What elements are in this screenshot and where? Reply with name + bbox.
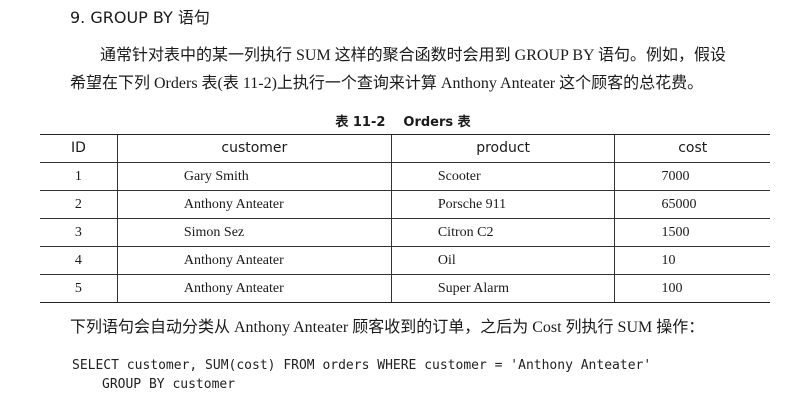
cell-id: 4 [40, 246, 118, 275]
cell-cost: 65000 [614, 190, 770, 219]
cell-id: 1 [40, 162, 118, 191]
header-id: ID [40, 134, 118, 163]
cell-product: Oil [390, 246, 615, 275]
cell-customer: Anthony Anteater [116, 190, 392, 219]
header-customer: customer [116, 134, 392, 163]
cell-customer: Simon Sez [116, 218, 392, 247]
intro-paragraph: 通常针对表中的某一列执行 SUM 这样的聚合函数时会用到 GROUP BY 语句… [70, 42, 760, 98]
cell-id: 3 [40, 218, 118, 247]
header-product: product [390, 134, 615, 163]
table-row: 2 Anthony Anteater Porsche 911 65000 [40, 190, 770, 219]
document-page: 9. GROUP BY 语句 通常针对表中的某一列执行 SUM 这样的聚合函数时… [0, 0, 806, 402]
table-caption-number: 表 11-2 [335, 115, 386, 130]
orders-table: ID customer product cost 1 Gary Smith Sc… [40, 134, 770, 303]
cell-product: Citron C2 [390, 218, 615, 247]
cell-cost: 7000 [614, 162, 770, 191]
cell-cost: 10 [614, 246, 770, 275]
table-caption-title: Orders 表 [403, 115, 471, 130]
table-header-row: ID customer product cost [40, 134, 770, 163]
cell-cost: 1500 [614, 218, 770, 247]
explanation-paragraph: 下列语句会自动分类从 Anthony Anteater 顾客收到的订单，之后为 … [70, 319, 705, 336]
table-row: 3 Simon Sez Citron C2 1500 [40, 218, 770, 247]
table-row: 4 Anthony Anteater Oil 10 [40, 246, 770, 275]
intro-line-1: 通常针对表中的某一列执行 SUM 这样的聚合函数时会用到 GROUP BY 语句… [100, 47, 726, 64]
cell-cost: 100 [614, 274, 770, 303]
sql-line-2: GROUP BY customer [102, 377, 236, 392]
cell-customer: Gary Smith [116, 162, 392, 191]
cell-customer: Anthony Anteater [116, 246, 392, 275]
cell-product: Porsche 911 [390, 190, 615, 219]
table-row: 5 Anthony Anteater Super Alarm 100 [40, 274, 770, 303]
section-heading: 9. GROUP BY 语句 [70, 8, 210, 27]
cell-customer: Anthony Anteater [116, 274, 392, 303]
sql-code-block: SELECT customer, SUM(cost) FROM orders W… [72, 356, 651, 394]
cell-id: 5 [40, 274, 118, 303]
cell-id: 2 [40, 190, 118, 219]
table-row: 1 Gary Smith Scooter 7000 [40, 162, 770, 191]
intro-line-2: 希望在下列 Orders 表(表 11-2)上执行一个查询来计算 Anthony… [70, 75, 704, 92]
cell-product: Scooter [390, 162, 615, 191]
header-cost: cost [614, 134, 770, 163]
cell-product: Super Alarm [390, 274, 615, 303]
table-caption: 表 11-2 Orders 表 [0, 114, 806, 132]
sql-line-1: SELECT customer, SUM(cost) FROM orders W… [72, 358, 652, 373]
